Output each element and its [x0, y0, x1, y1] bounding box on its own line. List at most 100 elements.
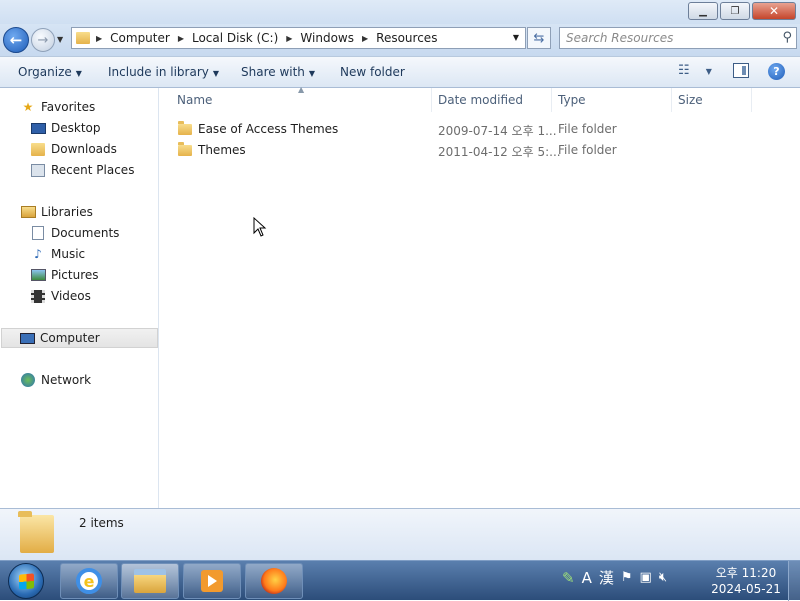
breadcrumb-chevron-icon[interactable]: ▶ — [362, 34, 368, 43]
nav-label: Pictures — [51, 268, 99, 282]
breadcrumb-windows[interactable]: Windows — [300, 31, 354, 45]
taskbar-internet-explorer[interactable]: e — [60, 563, 118, 599]
file-row[interactable]: Ease of Access Themes 2009-07-14 오후 1...… — [160, 119, 800, 140]
music-note-icon: ♪ — [34, 247, 42, 261]
file-date: 2009-07-14 오후 1... — [438, 124, 557, 138]
help-icon[interactable]: ? — [768, 63, 785, 80]
documents-icon — [30, 226, 46, 240]
firefox-icon — [261, 568, 287, 594]
address-bar[interactable]: ▶ Computer ▶ Local Disk (C:) ▶ Windows ▶… — [71, 27, 526, 49]
action-center-flag-icon[interactable]: ⚑ — [621, 570, 633, 585]
recent-pages-dropdown[interactable]: ▼ — [57, 35, 63, 44]
forward-button[interactable]: → — [31, 28, 55, 52]
share-with-label: Share with — [241, 65, 305, 79]
nav-libraries[interactable]: Libraries — [20, 202, 93, 222]
back-arrow-icon: ← — [9, 31, 23, 49]
nav-computer[interactable]: Computer — [1, 328, 158, 348]
breadcrumb-chevron-icon[interactable]: ▶ — [286, 34, 292, 43]
ime-mode-han[interactable]: 漢 — [599, 567, 614, 588]
window-controls: ▁ ❐ ✕ — [686, 2, 796, 20]
column-header-size[interactable]: Size — [672, 88, 752, 112]
internet-explorer-icon: e — [76, 568, 102, 594]
chevron-down-icon: ▼ — [705, 67, 712, 76]
taskbar-windows-explorer[interactable] — [121, 563, 179, 599]
nav-label: Desktop — [51, 121, 101, 135]
nav-label: Videos — [51, 289, 91, 303]
clock[interactable]: 오후 11:20 2024-05-21 — [708, 565, 784, 597]
nav-downloads[interactable]: Downloads — [30, 139, 117, 159]
search-input[interactable]: Search Resources ⚲ — [559, 27, 797, 49]
language-bar-icon[interactable]: ✎ — [562, 569, 575, 587]
start-button[interactable] — [8, 563, 44, 599]
column-header-name[interactable]: Name — [160, 88, 432, 112]
volume-muted-icon[interactable]: 🔇︎ — [659, 570, 667, 585]
nav-label: Documents — [51, 226, 120, 240]
address-dropdown-icon[interactable]: ▼ — [513, 33, 519, 42]
nav-label: Libraries — [41, 205, 93, 219]
address-row: ← → ▼ ▶ Computer ▶ Local Disk (C:) ▶ Win… — [0, 24, 800, 56]
new-folder-button[interactable]: New folder — [340, 65, 405, 79]
nav-documents[interactable]: Documents — [30, 223, 119, 243]
nav-recent-places[interactable]: Recent Places — [30, 160, 134, 180]
back-button[interactable]: ← — [3, 27, 29, 53]
nav-music[interactable]: ♪ Music — [30, 244, 85, 264]
nav-network[interactable]: Network — [20, 370, 91, 390]
file-type: File folder — [558, 143, 617, 157]
preview-pane-icon[interactable] — [733, 63, 749, 78]
pictures-icon — [30, 268, 46, 282]
column-header-date-modified[interactable]: Date modified — [432, 88, 552, 112]
libraries-icon — [20, 205, 36, 219]
show-desktop-button[interactable] — [788, 561, 800, 601]
item-count: 2 items — [79, 516, 124, 530]
folder-icon — [178, 142, 192, 156]
refresh-icon: ⇆ — [533, 30, 545, 46]
minimize-button[interactable]: ▁ — [688, 2, 718, 20]
mouse-cursor-icon — [253, 217, 267, 237]
organize-label: Organize — [18, 65, 72, 79]
close-button[interactable]: ✕ — [752, 2, 796, 20]
system-tray: ✎ A 漢 ⚑ ▣ 🔇︎ — [562, 567, 674, 588]
network-icon — [20, 373, 36, 387]
ime-mode-a[interactable]: A — [582, 569, 592, 587]
file-list: ▲ Name Date modified Type Size Ease of A… — [160, 85, 800, 508]
forward-arrow-icon: → — [37, 32, 49, 48]
breadcrumb-local-disk[interactable]: Local Disk (C:) — [192, 31, 278, 45]
breadcrumb-computer[interactable]: Computer — [110, 31, 170, 45]
breadcrumb-chevron-icon[interactable]: ▶ — [178, 34, 184, 43]
change-view-button[interactable]: ☷ ▼ — [678, 63, 712, 78]
nav-desktop[interactable]: Desktop — [30, 118, 101, 138]
file-type: File folder — [558, 122, 617, 136]
nav-favorites[interactable]: ★ Favorites — [20, 97, 96, 117]
chevron-down-icon: ▼ — [212, 69, 220, 78]
taskbar-firefox[interactable] — [245, 563, 303, 599]
file-row[interactable]: Themes 2011-04-12 오후 5:... File folder — [160, 140, 800, 161]
include-in-library-button[interactable]: Include in library ▼ — [108, 65, 219, 79]
breadcrumb-resources[interactable]: Resources — [376, 31, 437, 45]
desktop-icon — [30, 121, 46, 135]
column-header-type[interactable]: Type — [552, 88, 672, 112]
nav-label: Network — [41, 373, 92, 387]
file-name: Ease of Access Themes — [198, 122, 339, 136]
network-tray-icon[interactable]: ▣ — [640, 570, 652, 585]
nav-videos[interactable]: Videos — [30, 286, 91, 306]
clock-time: 오후 11:20 — [715, 566, 777, 580]
taskbar-media-player[interactable] — [183, 563, 241, 599]
breadcrumb-chevron-icon[interactable]: ▶ — [96, 34, 102, 43]
folder-icon — [76, 32, 90, 44]
nav-label: Music — [51, 247, 86, 261]
file-name: Themes — [198, 143, 246, 157]
navigation-pane: ★ Favorites Desktop Downloads Recent Plac… — [0, 88, 159, 508]
computer-icon — [19, 331, 35, 345]
nav-pictures[interactable]: Pictures — [30, 265, 99, 285]
maximize-button[interactable]: ❐ — [720, 2, 750, 20]
chevron-down-icon: ▼ — [308, 69, 316, 78]
nav-label: Computer — [40, 331, 100, 345]
nav-label: Downloads — [51, 142, 117, 156]
refresh-button[interactable]: ⇆ — [527, 27, 551, 49]
videos-icon — [30, 289, 46, 303]
view-details-icon: ☷ — [678, 63, 690, 78]
share-with-button[interactable]: Share with ▼ — [241, 65, 315, 79]
search-icon[interactable]: ⚲ — [782, 28, 792, 48]
organize-button[interactable]: Organize ▼ — [18, 65, 82, 79]
clock-date: 2024-05-21 — [711, 582, 781, 596]
